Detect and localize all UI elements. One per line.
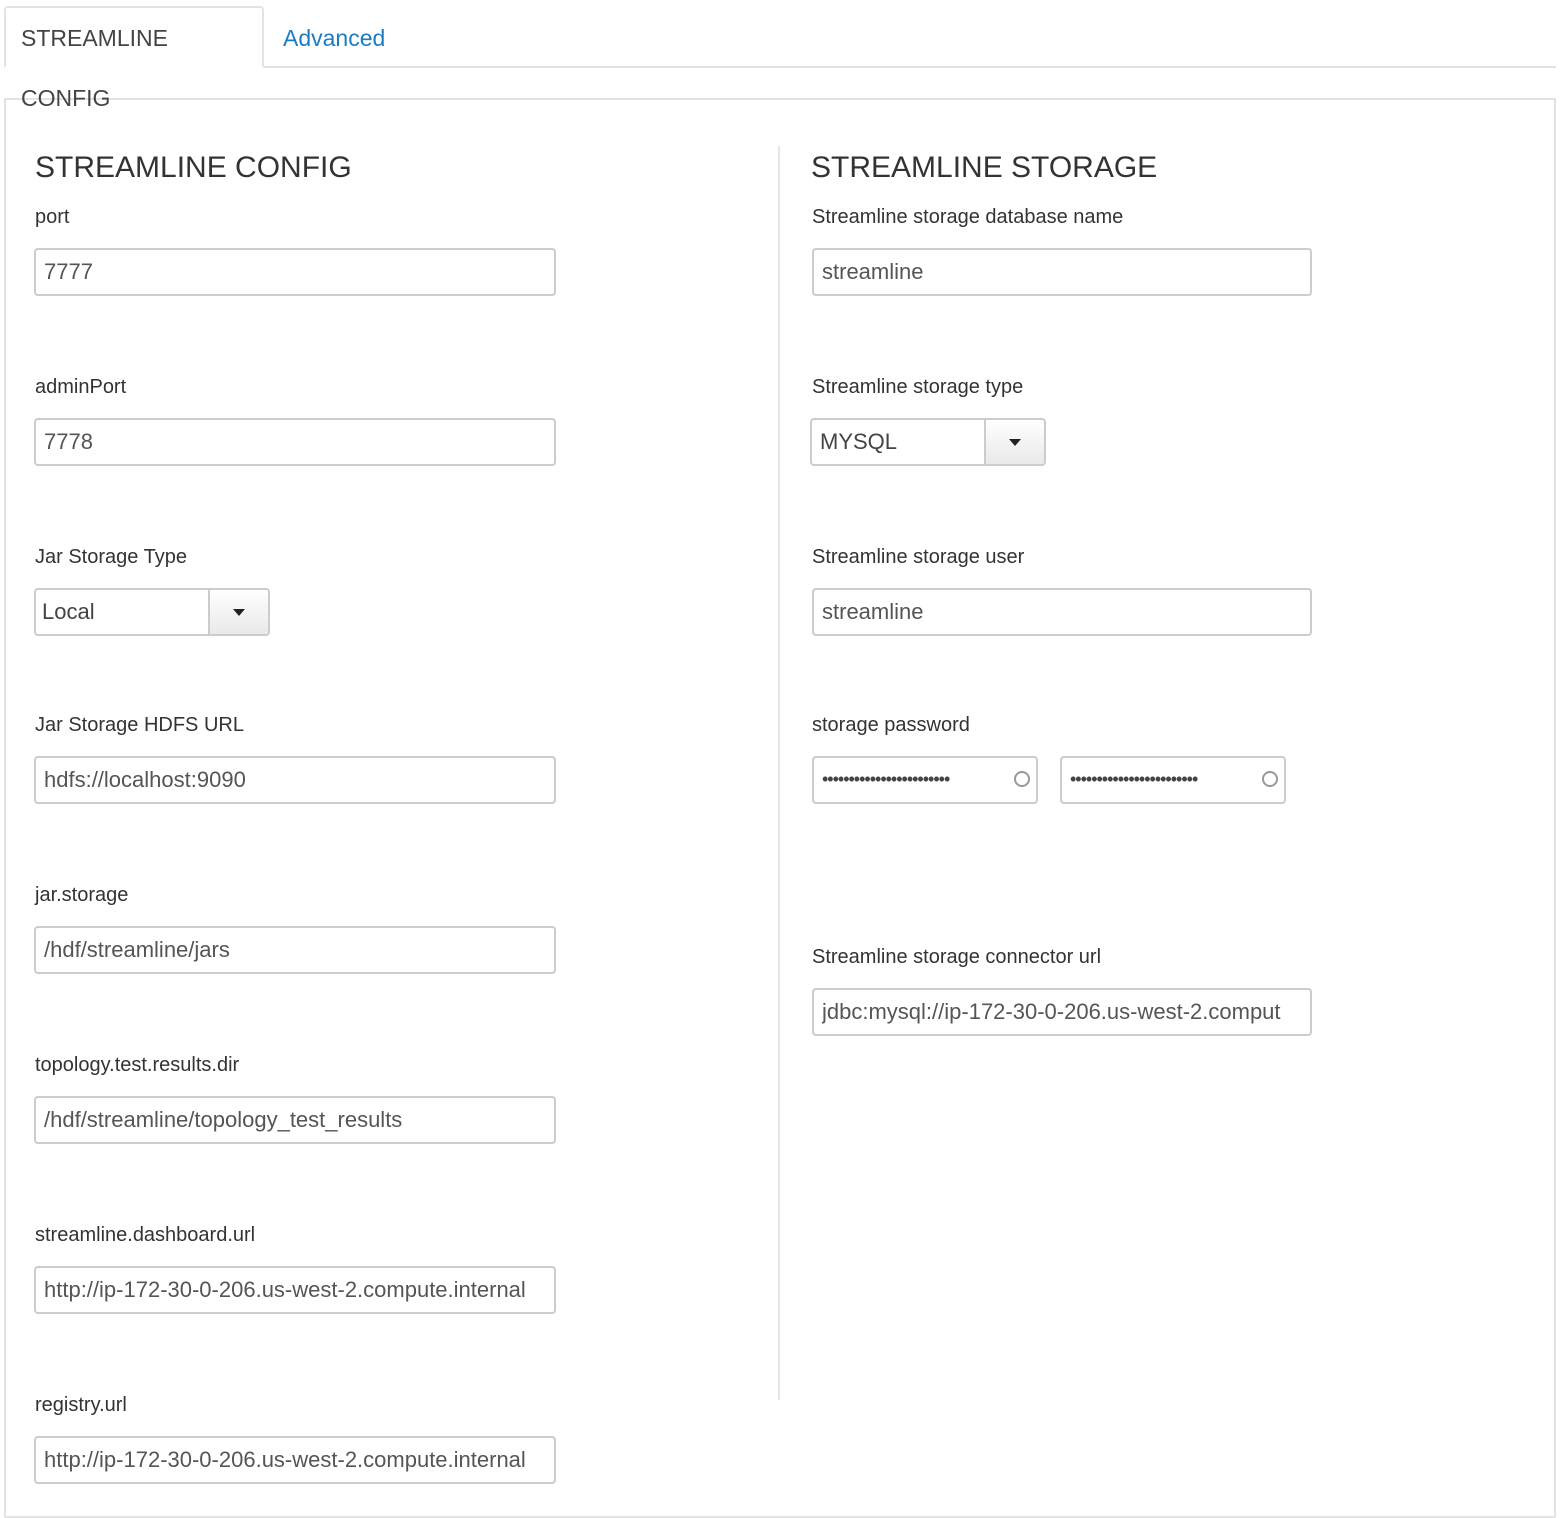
storage-db-name-input[interactable]: [812, 248, 1312, 296]
tab-streamline-config[interactable]: STREAMLINE CONFIG: [4, 6, 264, 111]
jar-storage-type-value: Local: [42, 599, 95, 624]
jar-storage-input[interactable]: [34, 926, 556, 974]
password-confirm-mask: ••••••••••••••••••••••••: [1070, 769, 1198, 789]
storage-password-label: storage password: [812, 714, 970, 736]
port-label: port: [35, 206, 70, 228]
storage-connector-url-label: Streamline storage connector url: [812, 946, 1102, 968]
admin-port-label: adminPort: [35, 376, 127, 398]
dashboard-url-input[interactable]: [34, 1266, 556, 1314]
storage-type-label: Streamline storage type: [812, 376, 1024, 398]
topology-test-results-dir-label: topology.test.results.dir: [35, 1054, 240, 1076]
storage-user-label: Streamline storage user: [812, 546, 1025, 568]
tab-advanced[interactable]: Advanced: [266, 6, 402, 68]
jar-storage-label: jar.storage: [35, 884, 129, 906]
jar-storage-type-label: Jar Storage Type: [35, 546, 187, 568]
password-key-icon[interactable]: [1262, 771, 1278, 787]
storage-password-confirm-input[interactable]: ••••••••••••••••••••••••: [1060, 756, 1286, 804]
jar-storage-type-dropdown-button[interactable]: [208, 590, 268, 634]
jar-storage-hdfs-url-input[interactable]: [34, 756, 556, 804]
chevron-down-icon: [233, 609, 245, 616]
jar-storage-type-select[interactable]: Local: [34, 588, 270, 636]
storage-type-value: MYSQL: [820, 429, 898, 454]
password-key-icon[interactable]: [1014, 771, 1030, 787]
chevron-down-icon: [1009, 439, 1021, 446]
storage-db-name-label: Streamline storage database name: [812, 206, 1124, 228]
registry-url-input[interactable]: [34, 1436, 556, 1484]
topology-test-results-dir-input[interactable]: [34, 1096, 556, 1144]
storage-type-select[interactable]: MYSQL: [810, 418, 1046, 466]
admin-port-input[interactable]: [34, 418, 556, 466]
jar-storage-hdfs-url-label: Jar Storage HDFS URL: [35, 714, 244, 736]
port-input[interactable]: [34, 248, 556, 296]
storage-connector-url-input[interactable]: [812, 988, 1312, 1036]
password-mask: ••••••••••••••••••••••••: [822, 769, 950, 789]
storage-password-input[interactable]: ••••••••••••••••••••••••: [812, 756, 1038, 804]
streamline-config-title: STREAMLINE CONFIG: [35, 151, 352, 184]
storage-user-input[interactable]: [812, 588, 1312, 636]
streamline-storage-title: STREAMLINE STORAGE: [811, 151, 1158, 184]
config-tabs: STREAMLINE CONFIG Advanced: [0, 0, 1556, 111]
column-divider: [778, 146, 780, 1400]
storage-type-dropdown-button[interactable]: [984, 420, 1044, 464]
dashboard-url-label: streamline.dashboard.url: [35, 1224, 256, 1246]
registry-url-label: registry.url: [35, 1394, 127, 1416]
